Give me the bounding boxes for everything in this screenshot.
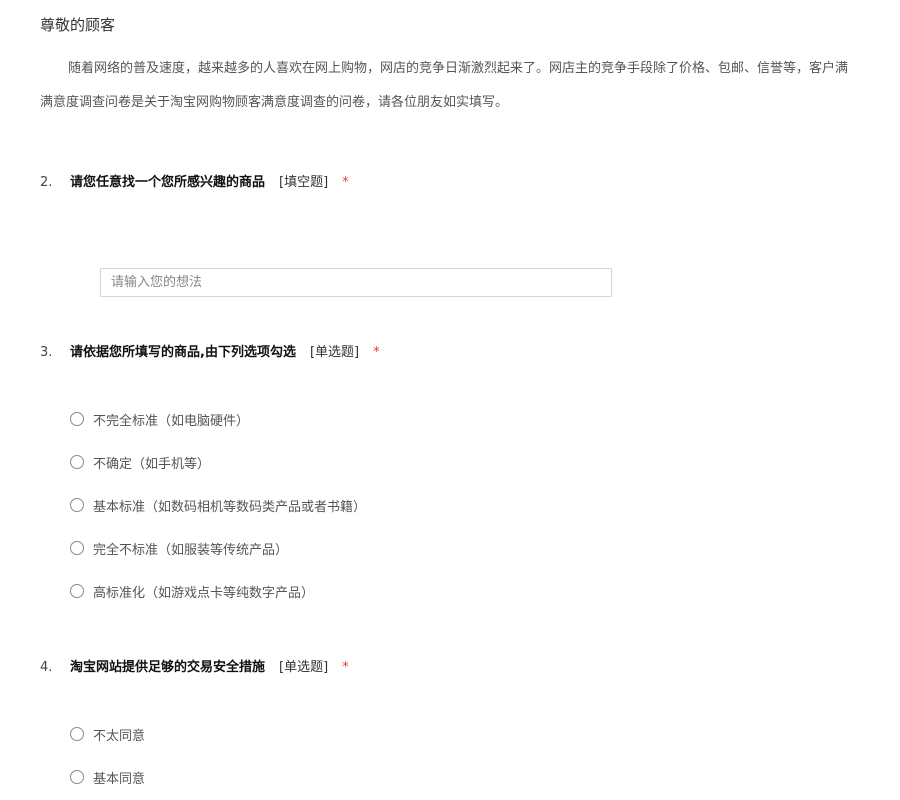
radio-option-not-fully-standard[interactable]: 不完全标准（如电脑硬件） — [70, 410, 250, 429]
radio-option-basically-agree[interactable]: 基本同意 — [70, 768, 146, 787]
radio-option-disagree-somewhat[interactable]: 不太同意 — [70, 725, 146, 744]
question-3-title: 3. 请依据您所填写的商品,由下列选项勾选 [单选题] * — [40, 341, 380, 360]
question-text: 请依据您所填写的商品,由下列选项勾选 — [70, 345, 296, 360]
question-type-tag: [填空题] — [279, 175, 329, 190]
intro-paragraph-line-2: 满意度调查问卷是关于淘宝网购物顾客满意度调查的问卷，请各位朋友如实填写。 — [40, 95, 509, 110]
intro-paragraph-line-1: 随着网络的普及速度，越来越多的人喜欢在网上购物，网店的竞争日渐激烈起来了。网店主… — [68, 61, 849, 76]
radio-button[interactable] — [70, 498, 84, 512]
required-mark: * — [342, 660, 349, 675]
option-label: 基本同意 — [93, 771, 146, 787]
required-mark: * — [342, 175, 349, 190]
required-mark: * — [373, 345, 380, 360]
option-label: 不确定（如手机等） — [93, 456, 211, 472]
radio-button[interactable] — [70, 412, 84, 426]
question-type-tag: [单选题] — [279, 660, 329, 675]
option-label: 不完全标准（如电脑硬件） — [93, 413, 250, 429]
question-4-title: 4. 淘宝网站提供足够的交易安全措施 [单选题] * — [40, 656, 349, 675]
question-number: 3. — [40, 345, 53, 360]
radio-option-not-standard[interactable]: 完全不标准（如服装等传统产品） — [70, 539, 289, 558]
radio-button[interactable] — [70, 541, 84, 555]
radio-button[interactable] — [70, 455, 84, 469]
question-number: 4. — [40, 660, 53, 675]
greeting-heading: 尊敬的顾客 — [40, 16, 116, 34]
question-text: 淘宝网站提供足够的交易安全措施 — [70, 660, 266, 675]
option-label: 基本标准（如数码相机等数码类产品或者书籍） — [93, 499, 367, 515]
question-2-title: 2. 请您任意找一个您所感兴趣的商品 [填空题] * — [40, 171, 349, 190]
question-number: 2. — [40, 175, 53, 190]
radio-option-basic-standard[interactable]: 基本标准（如数码相机等数码类产品或者书籍） — [70, 496, 367, 515]
option-label: 不太同意 — [93, 728, 146, 744]
question-type-tag: [单选题] — [309, 345, 360, 360]
answer-text-input[interactable] — [100, 268, 612, 297]
radio-button[interactable] — [70, 770, 84, 784]
radio-option-uncertain[interactable]: 不确定（如手机等） — [70, 453, 211, 472]
question-text: 请您任意找一个您所感兴趣的商品 — [70, 175, 266, 190]
radio-button[interactable] — [70, 727, 84, 741]
survey-page: 尊敬的顾客 随着网络的普及速度，越来越多的人喜欢在网上购物，网店的竞争日渐激烈起… — [0, 0, 900, 800]
radio-option-high-standard[interactable]: 高标准化（如游戏点卡等纯数字产品） — [70, 582, 315, 601]
option-label: 完全不标准（如服装等传统产品） — [93, 542, 289, 558]
radio-button[interactable] — [70, 584, 84, 598]
option-label: 高标准化（如游戏点卡等纯数字产品） — [93, 585, 315, 601]
